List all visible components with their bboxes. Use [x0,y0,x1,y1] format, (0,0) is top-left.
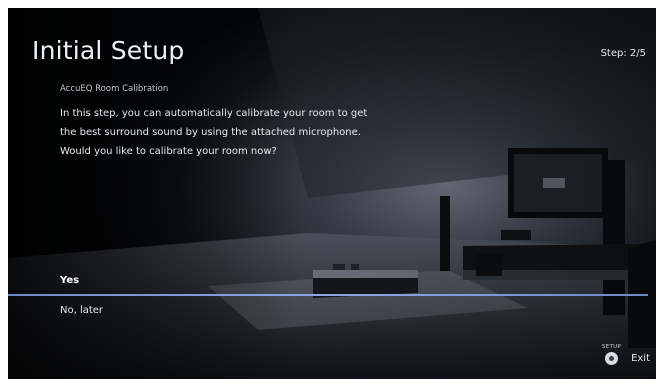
setup-button-icon [604,352,618,365]
description-line: Would you like to calibrate your room no… [60,146,277,157]
page-title: Initial Setup [32,36,185,65]
description-line: In this step, you can automatically cali… [60,108,368,119]
selection-divider [8,294,648,296]
setup-screen: Initial Setup Step: 2/5 AccuEQ Room Cali… [8,8,656,379]
exit-button[interactable]: SETUP Exit [602,344,650,365]
description-text: In this step, you can automatically cali… [60,104,460,161]
setup-key-label: SETUP [601,344,622,350]
setup-key: SETUP [602,344,621,365]
step-indicator: Step: 2/5 [600,48,646,59]
exit-label: Exit [631,353,650,364]
option-yes[interactable]: Yes [8,270,656,292]
section-label: AccuEQ Room Calibration [60,84,169,94]
description-line: the best surround sound by using the att… [60,127,361,138]
options-list: Yes No, later [8,270,656,322]
option-no-later[interactable]: No, later [8,300,656,322]
